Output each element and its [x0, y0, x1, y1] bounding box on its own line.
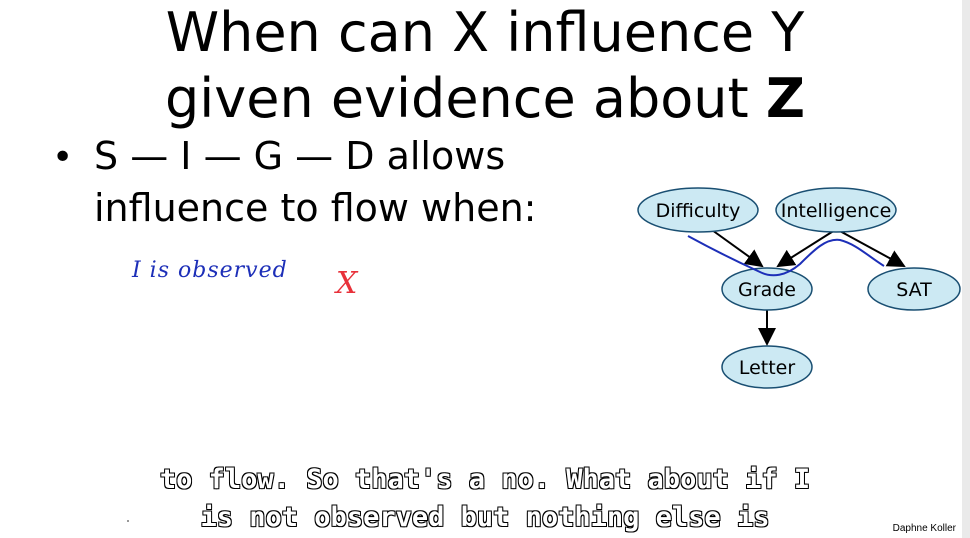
- node-sat: SAT: [867, 267, 961, 311]
- author-credit: Daphne Koller: [892, 523, 956, 534]
- edge-intelligence-sat: [837, 229, 906, 267]
- node-intelligence: Intelligence: [775, 187, 897, 233]
- node-sat-label: SAT: [896, 279, 932, 301]
- node-difficulty: Difficulty: [637, 187, 759, 233]
- right-edge-scrollbar: [962, 0, 970, 538]
- node-letter: Letter: [721, 345, 813, 389]
- subtitle-line-2: is not observed but nothing else is: [200, 501, 770, 533]
- node-intelligence-label: Intelligence: [781, 200, 892, 222]
- subtitle-line-1: to flow. So that's a no. What about if I: [159, 463, 811, 495]
- node-grade-label: Grade: [738, 279, 796, 301]
- node-difficulty-label: Difficulty: [656, 200, 741, 222]
- stray-mark: [127, 520, 129, 522]
- node-letter-label: Letter: [739, 357, 796, 379]
- edge-intelligence-grade: [776, 229, 836, 268]
- bayes-net-diagram: Difficulty Intelligence Grade SAT Letter: [637, 187, 961, 389]
- slide: When can X influence Y given evidence ab…: [0, 0, 970, 538]
